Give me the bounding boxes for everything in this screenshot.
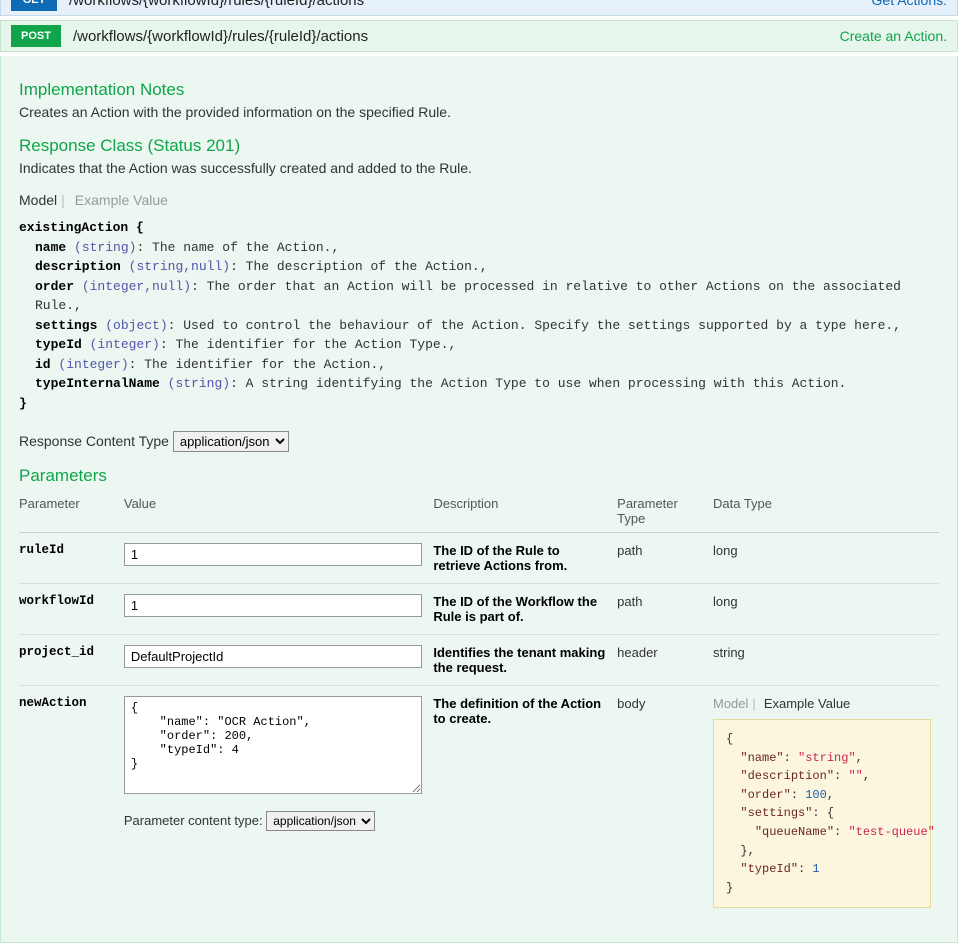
endpoint-summary-get[interactable]: Get Actions.: [872, 0, 947, 8]
tab-model[interactable]: Model: [713, 696, 748, 711]
workflowid-input[interactable]: [124, 594, 422, 617]
ruleid-input[interactable]: [124, 543, 422, 566]
col-parameter: Parameter: [19, 490, 124, 533]
schema-row: description (string,null): The descripti…: [35, 257, 939, 277]
schema-type-name: existingAction {: [19, 218, 939, 238]
param-name: project_id: [19, 635, 124, 686]
schema-row: settings (object): Used to control the b…: [35, 316, 939, 336]
schema-row: order (integer,null): The order that an …: [35, 277, 939, 316]
projectid-input[interactable]: [124, 645, 422, 668]
table-row: project_id Identifies the tenant making …: [19, 635, 939, 686]
tab-example-value[interactable]: Example Value: [764, 696, 850, 711]
param-desc: The definition of the Action to create.: [433, 686, 617, 919]
param-ptype: path: [617, 584, 713, 635]
param-desc: The ID of the Rule to retrieve Actions f…: [433, 533, 617, 584]
param-ptype: header: [617, 635, 713, 686]
response-class-text: Indicates that the Action was successful…: [19, 160, 939, 176]
model-example-toggle: Model|Example Value: [19, 192, 939, 208]
param-ptype: body: [617, 686, 713, 919]
method-badge-post: POST: [11, 25, 61, 47]
schema-row: name (string): The name of the Action.,: [35, 238, 939, 258]
parameter-content-type-select[interactable]: application/json: [266, 811, 375, 831]
col-parameter-type: Parameter Type: [617, 490, 713, 533]
col-value: Value: [124, 490, 433, 533]
param-ptype: path: [617, 533, 713, 584]
endpoint-header-post[interactable]: POST /workflows/{workflowId}/rules/{rule…: [0, 20, 958, 52]
schema-row: typeInternalName (string): A string iden…: [35, 374, 939, 394]
endpoint-path-post[interactable]: /workflows/{workflowId}/rules/{ruleId}/a…: [73, 28, 840, 45]
newaction-textarea[interactable]: { "name": "OCR Action", "order": 200, "t…: [124, 696, 422, 794]
param-dtype: long: [713, 584, 939, 635]
implementation-notes-text: Creates an Action with the provided info…: [19, 104, 939, 120]
param-desc: The ID of the Workflow the Rule is part …: [433, 584, 617, 635]
param-name: ruleId: [19, 533, 124, 584]
endpoint-summary-post[interactable]: Create an Action.: [840, 28, 947, 44]
method-badge-get: GET: [11, 0, 57, 11]
response-model-schema: existingAction { name (string): The name…: [19, 218, 939, 413]
response-class-heading: Response Class (Status 201): [19, 136, 939, 156]
parameters-table: Parameter Value Description Parameter Ty…: [19, 490, 939, 918]
operation-content: Implementation Notes Creates an Action w…: [0, 56, 958, 943]
col-data-type: Data Type: [713, 490, 939, 533]
parameter-content-type-row: Parameter content type: application/json: [124, 811, 425, 831]
param-name: newAction: [19, 686, 124, 919]
schema-row: id (integer): The identifier for the Act…: [35, 355, 939, 375]
parameter-content-type-label: Parameter content type:: [124, 813, 263, 828]
response-content-type-label: Response Content Type: [19, 433, 169, 449]
param-dtype: string: [713, 635, 939, 686]
tab-model[interactable]: Model: [19, 192, 57, 208]
schema-row: typeId (integer): The identifier for the…: [35, 335, 939, 355]
param-desc: Identifies the tenant making the request…: [433, 635, 617, 686]
param-name: workflowId: [19, 584, 124, 635]
col-description: Description: [433, 490, 617, 533]
table-row: workflowId The ID of the Workflow the Ru…: [19, 584, 939, 635]
response-content-type-row: Response Content Type application/json: [19, 431, 939, 452]
table-row: newAction { "name": "OCR Action", "order…: [19, 686, 939, 919]
response-content-type-select[interactable]: application/json: [173, 431, 289, 452]
endpoint-path-get[interactable]: /workflows/{workflowId}/rules/{ruleId}/a…: [69, 0, 872, 9]
tab-example-value[interactable]: Example Value: [75, 192, 168, 208]
endpoint-header-get[interactable]: GET /workflows/{workflowId}/rules/{ruleI…: [0, 0, 958, 16]
parameters-heading: Parameters: [19, 466, 939, 486]
example-value-snippet[interactable]: { "name": "string", "description": "", "…: [713, 719, 931, 908]
param-dtype: long: [713, 533, 939, 584]
implementation-notes-heading: Implementation Notes: [19, 80, 939, 100]
datatype-model-toggle: Model|Example Value: [713, 696, 931, 711]
schema-close: }: [19, 394, 939, 414]
table-row: ruleId The ID of the Rule to retrieve Ac…: [19, 533, 939, 584]
